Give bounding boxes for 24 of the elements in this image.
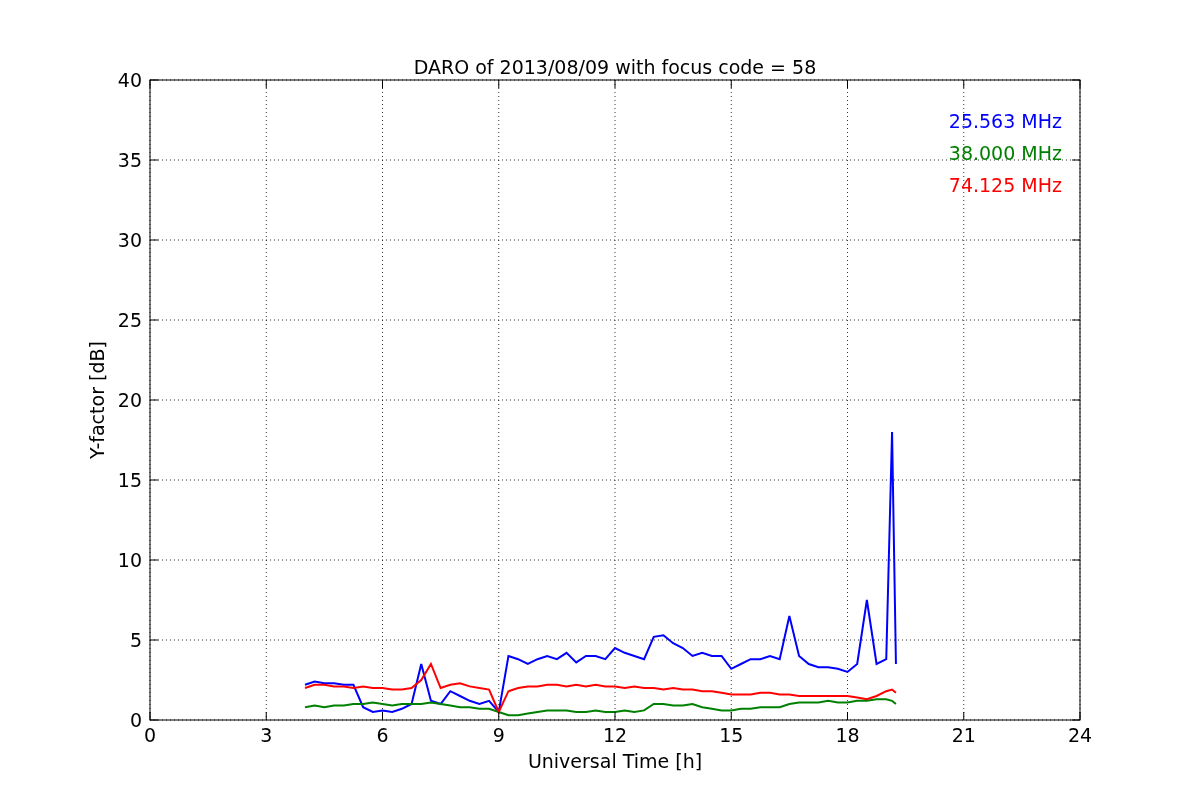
legend-label: 74.125 MHz xyxy=(948,174,1062,196)
tick-label: 20 xyxy=(117,389,142,411)
tick-label: 3 xyxy=(260,724,273,746)
y-axis-label: Y-factor [dB] xyxy=(86,341,108,459)
tick-label: 25 xyxy=(117,309,142,331)
tick-label: 12 xyxy=(602,724,628,746)
tick-label: 0 xyxy=(143,724,157,746)
tick-label: 6 xyxy=(376,724,389,746)
legend-label: 25.563 MHz xyxy=(948,110,1062,132)
tick-label: 35 xyxy=(117,149,142,171)
tick-label: 30 xyxy=(117,229,142,251)
tick-label: 18 xyxy=(835,724,860,746)
tick-label: 15 xyxy=(117,469,142,491)
tick-label: 9 xyxy=(492,724,505,746)
tick-label: 0 xyxy=(129,709,142,731)
tick-label: 15 xyxy=(719,724,744,746)
tick-label: 24 xyxy=(1067,724,1093,746)
tick-label: 21 xyxy=(951,724,976,746)
legend-label: 38.000 MHz xyxy=(948,142,1062,164)
x-axis-label: Universal Time [h] xyxy=(527,750,703,772)
tick-label: 10 xyxy=(117,549,142,571)
tick-label: 5 xyxy=(129,629,142,651)
chart-title: DARO of 2013/08/09 with focus code = 58 xyxy=(413,56,817,78)
tick-label: 40 xyxy=(117,69,142,91)
